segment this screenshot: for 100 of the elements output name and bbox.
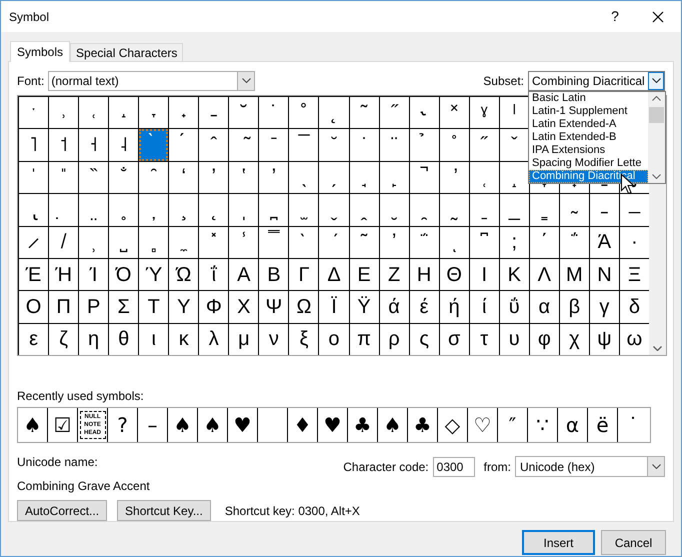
symbol-cell[interactable]: ΅ <box>560 226 589 258</box>
symbol-cell[interactable]: Ξ <box>620 258 649 290</box>
symbol-cell[interactable]: χ <box>560 324 589 355</box>
symbol-cell[interactable]: έ <box>410 291 439 323</box>
symbol-cell[interactable]: ΐ <box>199 258 228 290</box>
symbol-cell[interactable]: · <box>620 226 649 258</box>
symbol-cell[interactable]: η <box>79 324 108 355</box>
symbol-cell[interactable]: Α <box>229 258 258 290</box>
symbol-cell[interactable]: μ <box>229 324 258 355</box>
symbol-cell[interactable]: ̈ <box>380 129 409 161</box>
recent-symbol[interactable]: ë <box>596 415 609 435</box>
symbol-cell[interactable]: ̊ <box>440 129 469 161</box>
symbol-cell[interactable]: ̆ <box>319 129 349 161</box>
font-dropdown[interactable]: (normal text) <box>48 70 256 90</box>
symbol-cell[interactable]: ̃ <box>229 129 258 161</box>
symbol-cell[interactable]: α <box>530 291 559 323</box>
symbol-cell[interactable]: ̀ <box>139 129 168 161</box>
recent-symbol[interactable]: ♥ <box>324 415 342 435</box>
symbol-cell[interactable]: ̸ <box>49 226 78 258</box>
subset-option[interactable]: Latin Extended-A <box>529 118 648 131</box>
symbol-cell[interactable]: Ό <box>109 258 138 290</box>
symbol-cell[interactable]: ̤ <box>79 194 108 226</box>
symbol-cell[interactable]: ̉ <box>410 129 439 161</box>
symbol-cell[interactable]: ς <box>410 324 439 355</box>
symbol-cell[interactable]: δ <box>620 291 649 323</box>
symbol-cell[interactable]: ̕ <box>259 162 288 194</box>
symbol-cell[interactable]: ̍ <box>19 162 48 194</box>
symbol-cell[interactable]: ˑ <box>19 97 48 128</box>
symbol-cell[interactable]: ˘ <box>229 97 258 128</box>
symbol-cell[interactable]: ͂ <box>350 226 379 258</box>
symbol-cell[interactable]: ̒ <box>169 162 198 194</box>
recent-symbol[interactable]: ♠ <box>24 415 42 435</box>
symbol-cell[interactable]: Ϊ <box>319 291 349 323</box>
symbol-cell[interactable]: ́ <box>169 129 198 161</box>
symbol-cell[interactable]: ̌ <box>500 129 529 161</box>
symbol-cell[interactable]: ι <box>139 324 168 355</box>
symbol-cell[interactable]: ̪ <box>259 194 288 226</box>
symbol-cell[interactable]: ζ <box>49 324 78 355</box>
recent-symbol[interactable]: ♥ <box>234 415 252 435</box>
recent-symbol[interactable]: ♦ <box>294 415 312 435</box>
symbol-cell[interactable]: ̖ <box>289 162 318 194</box>
symbol-cell[interactable]: ˜ <box>350 97 379 128</box>
symbol-cell[interactable]: ̹ <box>79 226 108 258</box>
symbol-cell[interactable]: Ύ <box>139 258 168 290</box>
symbol-cell[interactable]: ̀ <box>289 226 318 258</box>
symbol-cell[interactable]: ˛ <box>319 97 349 128</box>
symbol-cell[interactable]: ̂ <box>199 129 228 161</box>
symbol-cell[interactable]: ́ <box>319 226 349 258</box>
symbol-cell[interactable]: ˥ <box>19 129 48 161</box>
symbol-cell[interactable]: ΄ <box>530 226 559 258</box>
recent-symbol[interactable]: ∵ <box>536 415 549 435</box>
symbol-cell[interactable]: ̵ <box>590 194 619 226</box>
symbol-cell[interactable]: ̰ <box>440 194 469 226</box>
symbol-cell[interactable]: Ε <box>350 258 379 290</box>
symbol-cell[interactable]: ̫ <box>289 194 318 226</box>
symbol-cell[interactable]: ̭ <box>350 194 379 226</box>
symbol-cell[interactable]: ̽ <box>199 226 228 258</box>
symbol-cell[interactable]: ̄ <box>259 129 288 161</box>
symbol-cell[interactable]: ˞ <box>410 97 439 128</box>
symbol-cell[interactable]: ̺ <box>109 226 138 258</box>
symbol-cell[interactable]: Ϋ <box>350 291 379 323</box>
symbol-cell[interactable]: ̬ <box>319 194 349 226</box>
subset-dropdown[interactable]: Combining Diacritical <box>528 70 665 90</box>
symbol-cell[interactable]: ̚ <box>410 162 439 194</box>
symbol-cell[interactable]: ̼ <box>169 226 198 258</box>
symbol-cell[interactable]: Λ <box>530 258 559 290</box>
symbol-cell[interactable]: θ <box>109 324 138 355</box>
recent-symbol[interactable]: ♣ <box>354 415 372 435</box>
symbol-cell[interactable]: ̇ <box>350 129 379 161</box>
symbol-cell[interactable]: ̗ <box>319 162 349 194</box>
subset-option[interactable]: Basic Latin <box>529 92 648 105</box>
symbol-cell[interactable]: ̱ <box>470 194 499 226</box>
symbol-cell[interactable]: ΰ <box>500 291 529 323</box>
symbol-cell[interactable]: λ <box>199 324 228 355</box>
symbol-cell[interactable]: ̅ <box>289 129 318 161</box>
symbol-cell[interactable]: ̋ <box>470 129 499 161</box>
symbol-cell[interactable]: Η <box>410 258 439 290</box>
symbol-cell[interactable]: ̓ <box>380 226 409 258</box>
recent-symbol[interactable]: ◇ <box>444 415 460 435</box>
symbol-cell[interactable]: Δ <box>319 258 349 290</box>
symbol-cell[interactable]: ˖ <box>169 97 198 128</box>
symbol-cell[interactable]: ˨ <box>109 129 138 161</box>
symbol-cell[interactable]: ̨ <box>199 194 228 226</box>
symbol-cell[interactable]: Ο <box>19 291 48 323</box>
recent-symbol[interactable]: ˙ <box>628 415 638 435</box>
symbol-cell[interactable]: ̢ <box>19 194 48 226</box>
symbol-cell[interactable]: ̦ <box>139 194 168 226</box>
recent-symbol[interactable]: ♠ <box>384 415 402 435</box>
tab[interactable]: Symbols <box>10 41 70 62</box>
symbol-cell[interactable]: ˝ <box>380 97 409 128</box>
cancel-button[interactable]: Cancel <box>601 530 666 555</box>
subset-option[interactable]: IPA Extensions <box>529 144 648 157</box>
recent-symbol[interactable]: ♣ <box>414 415 432 435</box>
symbol-cell[interactable]: ˔ <box>109 97 138 128</box>
symbol-cell[interactable]: ί <box>470 291 499 323</box>
symbol-cell[interactable]: Π <box>49 291 78 323</box>
symbol-cell[interactable]: Τ <box>139 291 168 323</box>
symbol-cell[interactable]: ή <box>440 291 469 323</box>
character-code-field[interactable]: 0300 <box>432 456 475 476</box>
subset-option[interactable]: Spacing Modifier Lette <box>529 157 648 170</box>
